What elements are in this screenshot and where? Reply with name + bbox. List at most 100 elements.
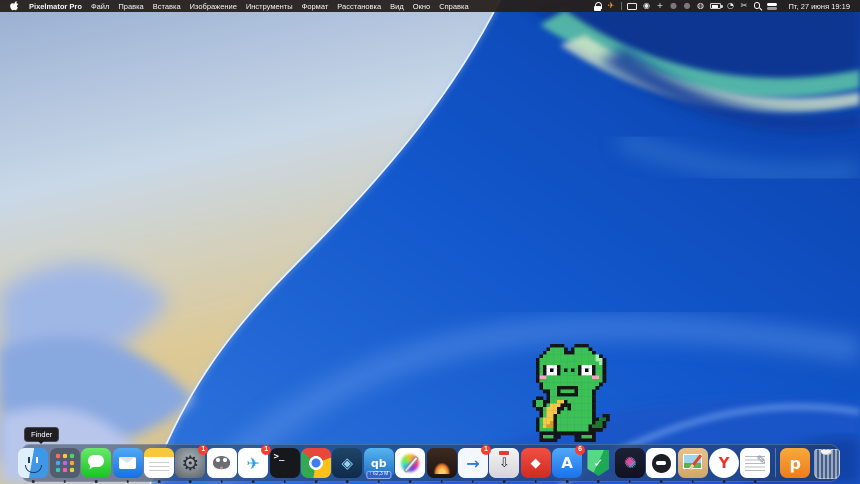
adguard-icon[interactable]: ✓ <box>583 448 613 478</box>
fireplace-app-running-indicator <box>440 479 443 483</box>
dock-item-adguard[interactable]: ✓ <box>583 448 613 483</box>
launchpad-icon[interactable] <box>49 448 80 478</box>
dock-item-blue-ornament-app[interactable]: ◈ <box>332 448 363 483</box>
image-editor-app-icon[interactable] <box>677 448 708 478</box>
terminal-icon[interactable]: >_ <box>269 448 300 478</box>
atom-app-glyph: ✺ <box>623 455 636 471</box>
menu-item-3[interactable]: Вставка <box>153 2 181 11</box>
ai-robot-app-icon[interactable] <box>646 448 677 478</box>
menu-item-7[interactable]: Расстановка <box>337 2 381 11</box>
lock-icon[interactable] <box>593 1 602 11</box>
atom-app-running-indicator <box>628 479 632 483</box>
apple-menu-icon[interactable] <box>10 1 19 11</box>
pixelmator-pro-running-indicator <box>408 479 412 483</box>
dock-item-fireplace-app[interactable] <box>426 448 457 483</box>
menu-item-2[interactable]: Правка <box>118 2 143 11</box>
chrome-icon[interactable] <box>300 448 331 478</box>
installer-app-running-indicator <box>502 479 506 483</box>
textedit-icon[interactable]: ✎ <box>740 448 771 478</box>
dock-item-finder[interactable] <box>18 448 49 483</box>
menu-item-8[interactable]: Вид <box>390 2 404 11</box>
menu-item-9[interactable]: Окно <box>413 2 430 11</box>
menu-item-1[interactable]: Файл <box>91 2 109 11</box>
qbittorrent-glyph: qb <box>370 456 387 470</box>
adguard-glyph: ✓ <box>593 456 604 470</box>
pixelmator-pro-icon[interactable] <box>395 448 426 478</box>
atom-app-icon[interactable]: ✺ <box>614 448 645 478</box>
downloader-app-glyph: → <box>466 453 480 473</box>
yandex-browser-running-indicator <box>722 479 726 483</box>
menu-item-6[interactable]: Формат <box>302 2 329 11</box>
app-menu-title[interactable]: Pixelmator Pro <box>29 2 82 11</box>
plus-icon[interactable]: + <box>656 1 664 11</box>
menu-bar: Pixelmator Pro Файл Правка Вставка Изображе… <box>0 0 860 12</box>
messages-running-indicator <box>94 479 98 483</box>
status-divider <box>620 2 622 10</box>
control-center-icon[interactable] <box>767 2 778 10</box>
dock-item-mail[interactable] <box>112 448 143 483</box>
app-dot-icon-2[interactable]: ● <box>683 1 691 11</box>
dock-item-notes[interactable] <box>143 448 174 483</box>
dock-item-installer-app[interactable]: ⇩ <box>489 448 520 483</box>
telegram-glyph: ✈ <box>246 453 260 473</box>
dock-item-launchpad[interactable] <box>49 448 80 483</box>
blue-ornament-app-icon[interactable]: ◈ <box>332 448 363 478</box>
app-store-notification-badge: 6 <box>575 445 586 455</box>
time-machine-icon[interactable]: ◔ <box>727 1 735 11</box>
notes-icon[interactable] <box>143 448 174 478</box>
qbittorrent-speed-label: ↑ 62,3 М <box>366 470 392 479</box>
dock-item-telegram[interactable]: ✈ 1 <box>238 445 272 483</box>
dock-item-system-settings[interactable]: ⚙ 1 <box>175 445 209 483</box>
dock-item-pixelmator-pro[interactable] <box>395 448 426 483</box>
dock-item-qbittorrent[interactable]: qb ↑ 62,3 М <box>363 448 394 483</box>
dock-item-app-store[interactable]: A6 <box>552 445 586 483</box>
dock-item-gimp[interactable] <box>206 448 237 483</box>
mail-icon[interactable] <box>112 448 143 478</box>
spotlight-icon[interactable] <box>753 2 762 10</box>
dock-item-trash[interactable] <box>812 448 842 479</box>
trash-icon[interactable] <box>813 449 840 479</box>
dock-item-red-diamond-app[interactable]: ◆ <box>520 448 551 483</box>
dock-item-yandex-browser[interactable]: Y <box>709 448 740 483</box>
red-diamond-app-running-indicator <box>534 479 537 483</box>
app-dot-icon[interactable]: ● <box>670 1 678 11</box>
chrome-running-indicator <box>314 479 318 483</box>
gimp-running-indicator <box>220 479 224 483</box>
finder-icon[interactable] <box>18 448 49 478</box>
adguard-running-indicator <box>597 479 600 483</box>
menu-item-4[interactable]: Изображение <box>190 2 237 11</box>
dock-separator <box>774 448 776 477</box>
screen-record-icon[interactable]: ◉ <box>643 1 651 11</box>
network-globe-icon[interactable]: ◍ <box>697 1 705 11</box>
dock-item-ai-robot-app[interactable] <box>646 448 677 483</box>
red-diamond-app-glyph: ◆ <box>530 455 541 471</box>
finder-tooltip: Finder <box>24 427 60 444</box>
dock-item-terminal[interactable]: >_ <box>269 448 300 483</box>
downloader-app-notification-badge: 1 <box>480 445 491 455</box>
app-store-glyph: A <box>561 454 573 472</box>
fireplace-app-icon[interactable] <box>426 448 457 478</box>
dock-item-messages[interactable] <box>81 448 112 483</box>
dock-item-image-editor-app[interactable] <box>677 448 708 483</box>
qbittorrent-running-indicator <box>377 479 381 483</box>
terminal-glyph: >_ <box>273 452 285 462</box>
yandex-browser-icon[interactable]: Y <box>709 448 740 478</box>
menu-clock[interactable]: Пт, 27 июня 19:19 <box>789 2 850 11</box>
dock-item-folder-p[interactable]: p <box>780 448 811 478</box>
battery-icon[interactable] <box>710 3 723 9</box>
messages-icon[interactable] <box>81 448 112 478</box>
red-diamond-app-icon[interactable]: ◆ <box>520 448 551 478</box>
pixel-dino-pet-sprite[interactable] <box>529 344 613 442</box>
menu-item-10[interactable]: Справка <box>439 2 468 11</box>
cut-icon[interactable]: ✂ <box>740 1 748 11</box>
input-source-icon[interactable] <box>627 2 638 10</box>
vpn-plane-icon[interactable]: ✈ <box>607 1 615 11</box>
dock-item-chrome[interactable] <box>300 448 331 483</box>
gimp-icon[interactable] <box>206 448 237 478</box>
installer-app-icon[interactable]: ⇩ <box>489 448 520 478</box>
folder-p-icon[interactable]: p <box>780 448 811 478</box>
dock-item-downloader-app[interactable]: → 1 <box>457 445 491 483</box>
dock-item-atom-app[interactable]: ✺ <box>614 448 645 483</box>
menu-item-5[interactable]: Инструменты <box>246 2 293 11</box>
dock-item-textedit[interactable]: ✎ <box>740 448 771 483</box>
